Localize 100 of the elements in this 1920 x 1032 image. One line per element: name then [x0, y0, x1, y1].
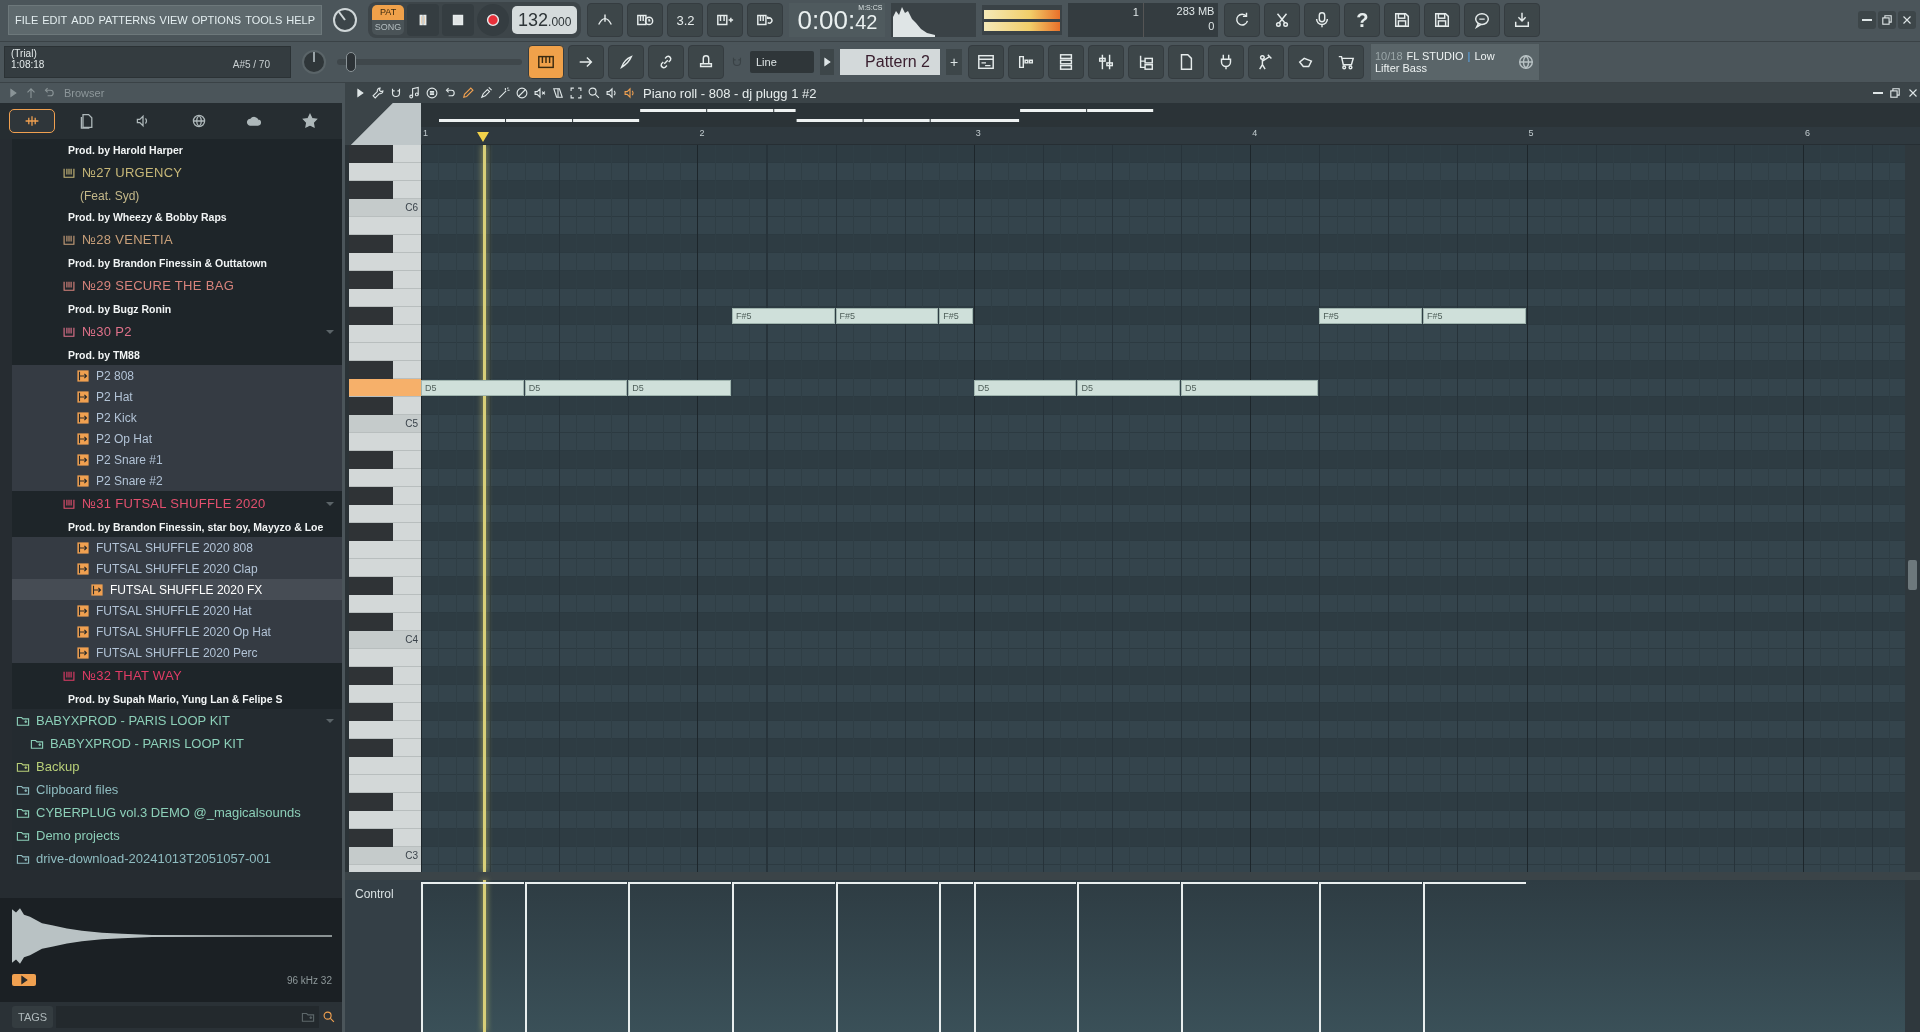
close-button[interactable]	[1898, 11, 1916, 30]
mixer-button[interactable]	[1088, 44, 1124, 79]
menu-item[interactable]: PATTERNS	[96, 14, 158, 27]
chat-button[interactable]	[1464, 3, 1501, 38]
mute-icon[interactable]	[533, 86, 547, 100]
sample-item[interactable]: P2 808	[12, 365, 342, 386]
page-button[interactable]	[1168, 44, 1204, 79]
note-block[interactable]: F#5	[1422, 308, 1526, 324]
magnet-icon[interactable]	[389, 86, 403, 100]
piano-key[interactable]	[349, 451, 421, 469]
link-button[interactable]	[648, 44, 684, 79]
project-item[interactable]: №32 THAT WAY	[12, 663, 342, 688]
note-block[interactable]: F#5	[1319, 308, 1422, 324]
note-icon[interactable]	[407, 86, 421, 100]
note-block[interactable]: D5	[1181, 380, 1319, 396]
piano-key[interactable]	[349, 523, 421, 541]
note-block[interactable]: D5	[524, 380, 628, 396]
note-block[interactable]: F#5	[731, 308, 835, 324]
sample-item[interactable]: P2 Snare #2	[12, 470, 342, 491]
note-grid[interactable]: D5 D5 D5 F#5 F#5 F#5 D5 D5 D5 F#5 F#5	[421, 145, 1905, 872]
pattern-play-button[interactable]	[820, 48, 834, 75]
menu-item[interactable]: HELP	[284, 14, 318, 27]
minimize-button[interactable]	[1858, 11, 1876, 30]
menu-item[interactable]: VIEW	[157, 14, 190, 27]
project-item[interactable]: №29 SECURE THE BAG	[12, 273, 342, 298]
playhead-marker-icon[interactable]	[477, 132, 490, 143]
project-item[interactable]: №27 URGENCY	[12, 160, 342, 185]
piano-key[interactable]	[349, 145, 421, 163]
save-button[interactable]	[1384, 3, 1421, 38]
menu-item[interactable]: FILE	[13, 14, 41, 27]
add-pattern-button[interactable]: +	[946, 48, 962, 75]
piano-key[interactable]: C4	[349, 631, 421, 649]
sample-item[interactable]: P2 Hat	[12, 386, 342, 407]
sample-item[interactable]: FUTSAL SHUFFLE 2020 FX	[12, 579, 342, 600]
velocity-bar[interactable]	[1422, 882, 1526, 1032]
piano-key[interactable]	[349, 235, 421, 253]
countdown-button[interactable]: 3.2	[667, 3, 704, 38]
vertical-scrollbar[interactable]	[1905, 880, 1920, 1032]
sample-item[interactable]: FUTSAL SHUFFLE 2020 Perc	[12, 642, 342, 663]
record-button[interactable]	[477, 4, 510, 37]
stop-button[interactable]	[442, 4, 475, 37]
pencil-icon[interactable]	[461, 86, 475, 100]
velocity-bar[interactable]	[939, 882, 973, 1032]
piano-key[interactable]	[349, 793, 421, 811]
piano-key[interactable]	[349, 397, 421, 415]
menu-item[interactable]: OPTIONS	[189, 14, 244, 27]
mode-option[interactable]: SONG	[372, 20, 405, 36]
piano-key[interactable]	[349, 577, 421, 595]
velocity-bar[interactable]	[1319, 882, 1422, 1032]
no-sign-icon[interactable]	[515, 86, 529, 100]
note-block[interactable]: D5	[628, 380, 731, 396]
pattern-selector[interactable]: Pattern 2	[840, 48, 940, 75]
snap-dropdown[interactable]: Line	[750, 50, 814, 73]
note-block[interactable]: F#5	[835, 308, 939, 324]
zoom-icon[interactable]	[587, 86, 601, 100]
figure-button[interactable]	[1248, 44, 1284, 79]
piano-clock-button[interactable]	[627, 3, 664, 38]
project-item[interactable]: №28 VENETIA	[12, 227, 342, 252]
sample-item[interactable]: P2 Op Hat	[12, 428, 342, 449]
project-item[interactable]: №31 FUTSAL SHUFFLE 2020	[12, 491, 342, 516]
velocity-bar[interactable]	[1077, 882, 1181, 1032]
pause-button[interactable]	[407, 4, 440, 37]
microphone-button[interactable]	[1304, 3, 1341, 38]
note-block[interactable]: D5	[973, 380, 1077, 396]
wrench-icon[interactable]	[371, 86, 385, 100]
cart-button[interactable]	[1328, 44, 1364, 79]
restore-icon[interactable]	[1888, 86, 1902, 100]
menu-icon[interactable]	[425, 86, 439, 100]
arrow-button[interactable]	[568, 44, 604, 79]
note-block[interactable]: F#5	[939, 308, 973, 324]
velocity-lane[interactable]	[421, 880, 1905, 1032]
slice-icon[interactable]	[551, 86, 565, 100]
menu-item[interactable]: EDIT	[40, 14, 70, 27]
control-selector[interactable]: Control	[355, 887, 394, 901]
plug-button[interactable]	[1208, 44, 1244, 79]
piano-key[interactable]	[349, 307, 421, 325]
help-button[interactable]: ?	[1344, 3, 1381, 38]
time-ruler[interactable]: 1 2 3 4 5 6	[421, 127, 1920, 145]
piano-plus-button[interactable]	[707, 3, 744, 38]
sample-item[interactable]: FUTSAL SHUFFLE 2020 808	[12, 537, 342, 558]
piano-key[interactable]	[349, 613, 421, 631]
minimize-icon[interactable]	[1872, 91, 1884, 95]
search-icon[interactable]	[322, 1010, 336, 1024]
wand-icon[interactable]	[497, 86, 511, 100]
step-sequencer-button[interactable]	[1008, 44, 1044, 79]
browser-tree-button[interactable]	[1128, 44, 1164, 79]
globe-icon[interactable]	[1517, 52, 1535, 71]
preview-play-button[interactable]	[12, 974, 36, 986]
project-item[interactable]: №30 P2	[12, 319, 342, 344]
piano-key[interactable]: C6	[349, 199, 421, 217]
download-button[interactable]	[1504, 3, 1541, 38]
menu-item[interactable]: ADD	[69, 14, 97, 27]
sample-item[interactable]: FUTSAL SHUFFLE 2020 Op Hat	[12, 621, 342, 642]
note-block[interactable]: D5	[1077, 380, 1181, 396]
piano-key[interactable]: C3	[349, 847, 421, 865]
select-icon[interactable]	[569, 86, 583, 100]
refresh-button[interactable]	[1224, 3, 1261, 38]
velocity-bar[interactable]	[973, 882, 1077, 1032]
channel-list-button[interactable]	[1048, 44, 1084, 79]
piano-key[interactable]	[349, 829, 421, 847]
